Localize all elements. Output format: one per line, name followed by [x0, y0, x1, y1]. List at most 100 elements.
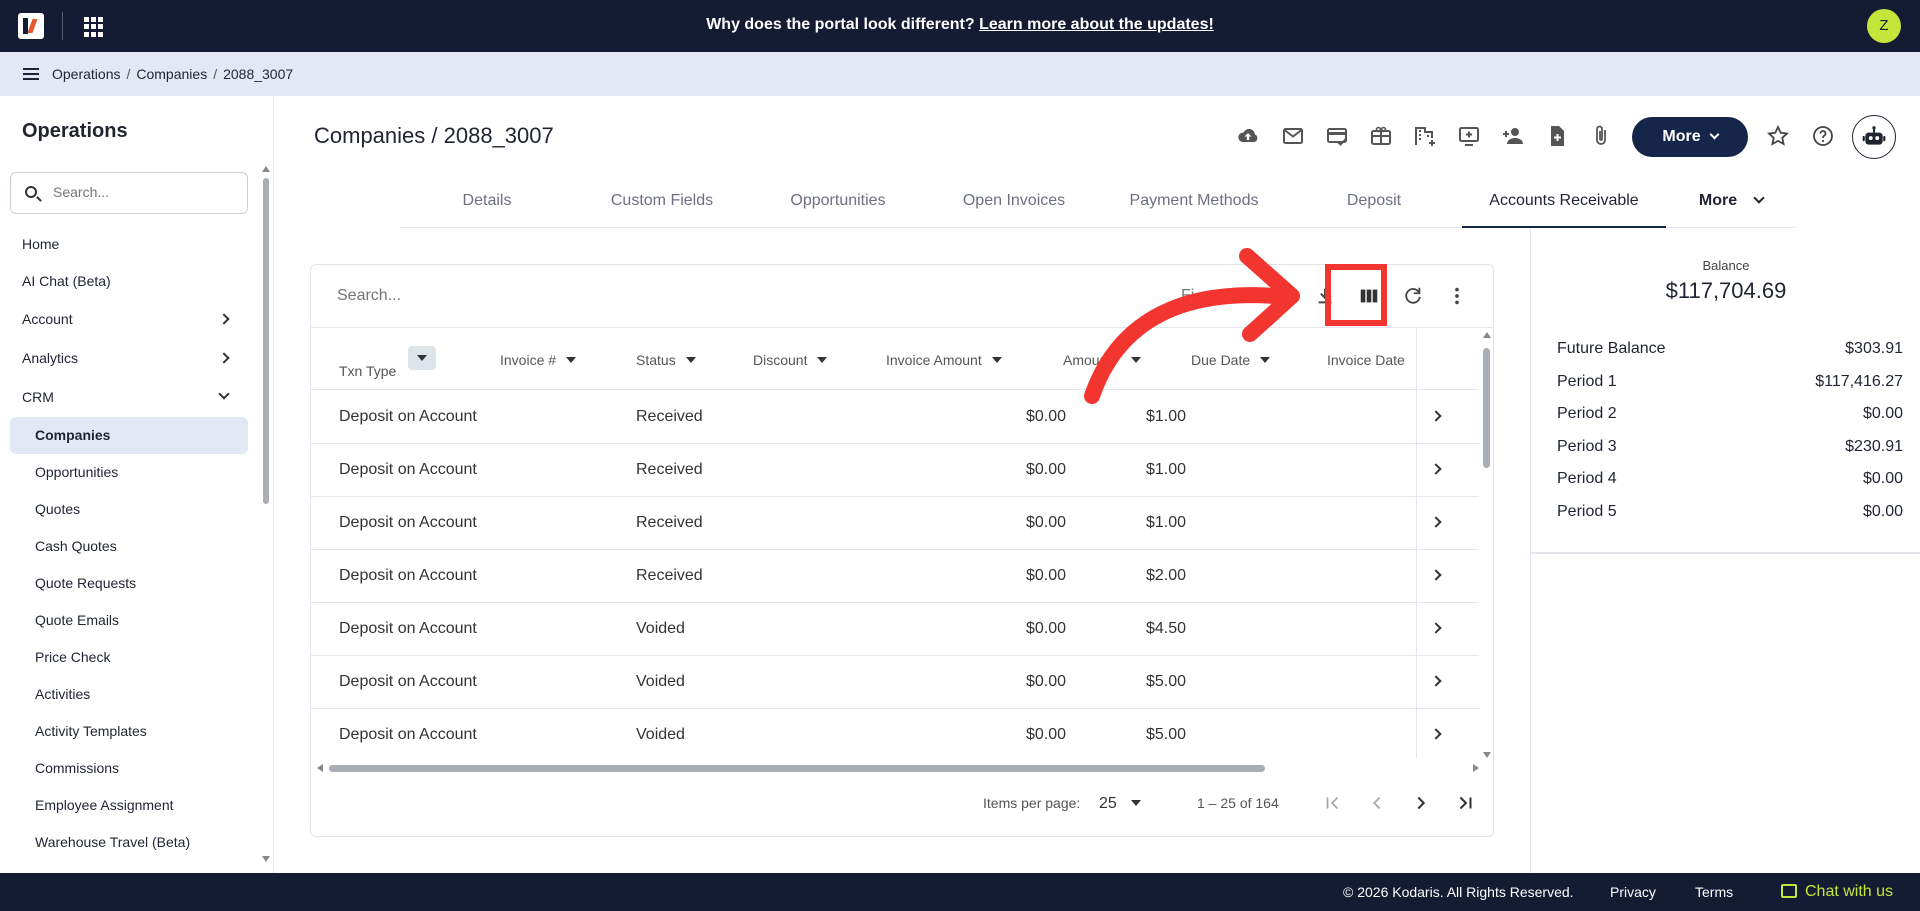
- scroll-right-arrow[interactable]: [1473, 764, 1479, 772]
- scroll-down-arrow[interactable]: [1483, 752, 1491, 758]
- items-per-page-value: 25: [1099, 795, 1117, 812]
- chevron-right-icon[interactable]: [1430, 622, 1442, 634]
- sidebar-search-input[interactable]: [53, 184, 233, 200]
- sidebar-item-warehouse-travel[interactable]: Warehouse Travel (Beta): [10, 824, 248, 861]
- tab-deposit[interactable]: Deposit: [1286, 182, 1462, 228]
- add-document-icon[interactable]: [1544, 124, 1570, 148]
- table-row[interactable]: Deposit on Account Received $0.00 $1.00: [311, 444, 1479, 497]
- column-header-amount[interactable]: Amount: [1063, 352, 1141, 368]
- table-row[interactable]: Deposit on Account Voided $0.00 $4.50: [311, 603, 1479, 656]
- tab-open-invoices[interactable]: Open Invoices: [926, 182, 1102, 228]
- sidebar-item-home[interactable]: Home: [10, 226, 248, 263]
- sidebar-scrollbar[interactable]: [262, 164, 270, 864]
- chevron-right-icon[interactable]: [1430, 516, 1442, 528]
- add-to-queue-icon[interactable]: [1456, 124, 1482, 148]
- column-header-status[interactable]: Status: [636, 352, 696, 368]
- table-row[interactable]: Deposit on Account Received $0.00 $1.00: [311, 391, 1479, 444]
- sort-icon[interactable]: [817, 357, 828, 363]
- tab-opportunities[interactable]: Opportunities: [750, 182, 926, 228]
- scroll-down-arrow[interactable]: [262, 856, 270, 862]
- sort-icon[interactable]: [566, 357, 577, 363]
- sidebar-item-quote-requests[interactable]: Quote Requests: [10, 565, 248, 602]
- attachment-icon[interactable]: [1588, 124, 1614, 148]
- scrollbar-thumb[interactable]: [329, 765, 1265, 772]
- chevron-right-icon[interactable]: [1430, 569, 1442, 581]
- sort-icon[interactable]: [685, 357, 696, 363]
- sidebar-item-opportunities[interactable]: Opportunities: [10, 454, 248, 491]
- sort-icon[interactable]: [1260, 357, 1271, 363]
- table-search-input[interactable]: [337, 287, 637, 305]
- column-header-discount[interactable]: Discount: [753, 352, 828, 368]
- sidebar-item-activities[interactable]: Activities: [10, 676, 248, 713]
- table-row[interactable]: Deposit on Account Received $0.00 $1.00: [311, 497, 1479, 550]
- column-header-due-date[interactable]: Due Date: [1191, 352, 1271, 368]
- sidebar-item-account[interactable]: Account: [10, 300, 248, 339]
- sort-icon[interactable]: [1131, 357, 1141, 363]
- sidebar-item-activity-templates[interactable]: Activity Templates: [10, 713, 248, 750]
- sidebar-item-price-check[interactable]: Price Check: [10, 639, 248, 676]
- ai-assistant-button[interactable]: [1852, 115, 1896, 159]
- column-header-invoice-number[interactable]: Invoice #: [500, 352, 577, 368]
- sort-dropdown-icon[interactable]: [408, 346, 437, 370]
- terms-link[interactable]: Terms: [1695, 884, 1733, 900]
- tab-payment-methods[interactable]: Payment Methods: [1102, 182, 1286, 228]
- sidebar-item-quote-emails[interactable]: Quote Emails: [10, 602, 248, 639]
- add-person-icon[interactable]: [1500, 124, 1526, 148]
- sidebar-item-cash-quotes[interactable]: Cash Quotes: [10, 528, 248, 565]
- previous-page-icon[interactable]: [1365, 791, 1389, 815]
- star-icon[interactable]: [1765, 124, 1791, 148]
- email-icon[interactable]: [1280, 124, 1306, 148]
- breadcrumb-companies[interactable]: Companies: [136, 66, 207, 82]
- tab-custom-fields[interactable]: Custom Fields: [574, 182, 750, 228]
- table-vertical-scrollbar[interactable]: [1483, 330, 1491, 760]
- last-page-icon[interactable]: [1453, 791, 1477, 815]
- sidebar-item-commissions[interactable]: Commissions: [10, 750, 248, 787]
- cloud-upload-icon[interactable]: [1235, 124, 1261, 148]
- gift-card-icon[interactable]: [1368, 124, 1394, 148]
- refresh-icon[interactable]: [1400, 283, 1426, 309]
- table-row[interactable]: Deposit on Account Received $0.00 $2.00: [311, 550, 1479, 603]
- table-row[interactable]: Deposit on Account Voided $0.00 $5.00: [311, 656, 1479, 709]
- sidebar-item-companies[interactable]: Companies: [10, 417, 248, 454]
- chevron-right-icon[interactable]: [1430, 410, 1442, 422]
- sidebar-item-quotes[interactable]: Quotes: [10, 491, 248, 528]
- table-horizontal-scrollbar[interactable]: [317, 762, 1483, 774]
- sidebar-search[interactable]: [10, 172, 248, 214]
- sidebar-item-analytics[interactable]: Analytics: [10, 339, 248, 378]
- scroll-up-arrow[interactable]: [262, 166, 270, 172]
- chat-with-us-link[interactable]: Chat with us: [1805, 883, 1893, 901]
- more-actions-button[interactable]: More: [1632, 117, 1748, 157]
- menu-icon[interactable]: [23, 68, 39, 80]
- chevron-right-icon[interactable]: [1430, 675, 1442, 687]
- filter-label[interactable]: Fi: [1181, 287, 1194, 305]
- items-per-page-select[interactable]: 25: [1099, 795, 1141, 813]
- tab-details[interactable]: Details: [400, 182, 574, 228]
- tab-more[interactable]: More: [1666, 182, 1796, 228]
- tab-accounts-receivable[interactable]: Accounts Receivable: [1462, 182, 1666, 228]
- scrollbar-thumb[interactable]: [263, 178, 269, 504]
- column-header-invoice-amount[interactable]: Invoice Amount: [886, 352, 1002, 368]
- sidebar-item-employee-assignment[interactable]: Employee Assignment: [10, 787, 248, 824]
- privacy-link[interactable]: Privacy: [1610, 884, 1656, 900]
- table-row[interactable]: Deposit on Account Voided $0.00 $5.00: [311, 709, 1479, 761]
- breadcrumb-operations[interactable]: Operations: [52, 66, 120, 82]
- column-header-invoice-date[interactable]: Invoice Date: [1327, 352, 1405, 368]
- chevron-right-icon[interactable]: [1430, 728, 1442, 740]
- help-icon[interactable]: [1810, 124, 1836, 148]
- column-header-txn-type[interactable]: Txn Type: [339, 346, 437, 379]
- cell-amount: $1.00: [1145, 408, 1186, 425]
- scrollbar-thumb[interactable]: [1483, 348, 1490, 468]
- banner-link[interactable]: Learn more about the updates!: [979, 16, 1214, 33]
- scroll-left-arrow[interactable]: [317, 764, 323, 772]
- sidebar-item-crm[interactable]: CRM: [10, 378, 248, 417]
- next-page-icon[interactable]: [1409, 791, 1433, 815]
- sort-icon[interactable]: [991, 357, 1002, 363]
- more-vert-icon[interactable]: [1444, 283, 1470, 309]
- scroll-up-arrow[interactable]: [1483, 332, 1491, 338]
- user-avatar[interactable]: Z: [1867, 9, 1901, 43]
- sidebar-item-ai-chat[interactable]: AI Chat (Beta): [10, 263, 248, 300]
- credit-card-check-icon[interactable]: [1324, 124, 1350, 148]
- first-page-icon[interactable]: [1321, 791, 1345, 815]
- add-business-icon[interactable]: [1412, 124, 1438, 148]
- chevron-right-icon[interactable]: [1430, 463, 1442, 475]
